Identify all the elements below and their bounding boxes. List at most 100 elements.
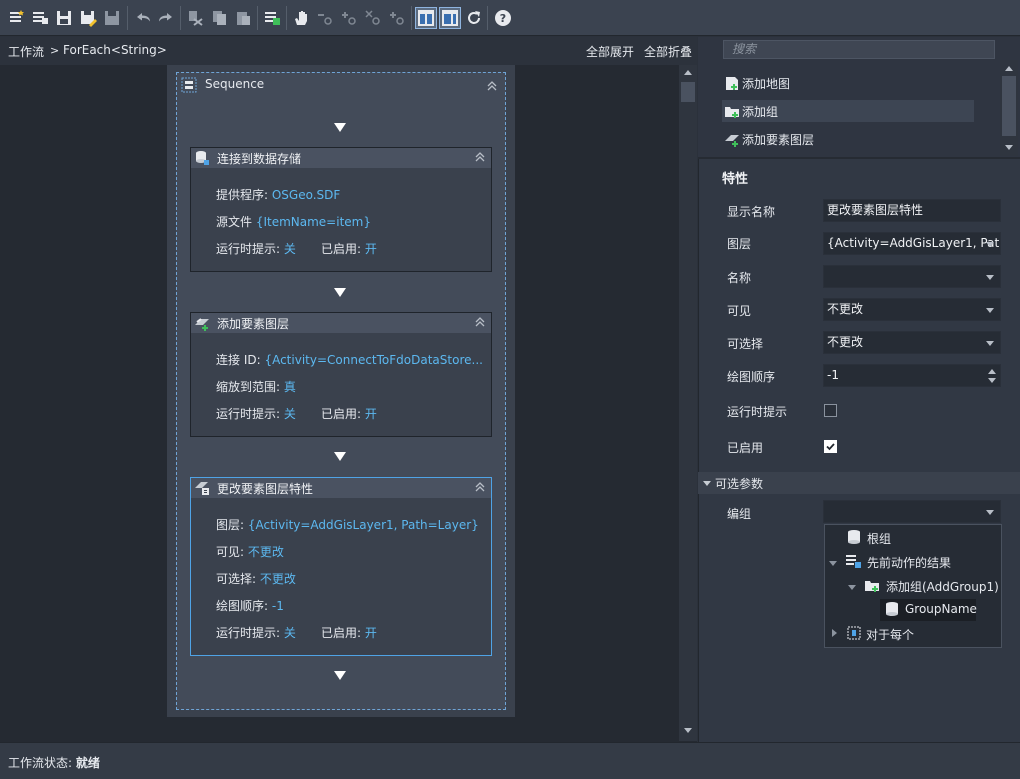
- activity-title: 添加要素图层: [217, 316, 290, 331]
- new-workflow-icon[interactable]: [8, 9, 26, 27]
- chevron-down-icon: [986, 242, 994, 247]
- scroll-down-icon[interactable]: [1005, 145, 1013, 150]
- group-dropdown[interactable]: [823, 500, 1001, 523]
- run-icon[interactable]: [263, 9, 281, 27]
- expand-arrow-icon[interactable]: [829, 561, 837, 566]
- panel-divider: [698, 157, 1020, 159]
- scroll-up-icon[interactable]: [684, 70, 692, 75]
- flow-arrow-icon: [334, 452, 346, 461]
- canvas-scrollbar[interactable]: [679, 65, 697, 741]
- palette-item-add-feature-layer[interactable]: 添加要素图层: [722, 128, 974, 150]
- toolbar-separator: [286, 6, 287, 30]
- flow-arrow-icon: [334, 288, 346, 297]
- runtime-prompt-label: 运行时提示: [727, 405, 788, 419]
- runtime-prompt-checkbox[interactable]: [824, 404, 837, 417]
- layer-properties-icon: [195, 482, 209, 495]
- collapse-icon[interactable]: [474, 316, 486, 328]
- palette-scroll-thumb[interactable]: [1002, 76, 1016, 136]
- canvas-scroll-thumb[interactable]: [681, 82, 695, 102]
- activity-row-runtime: 运行时提示: 关: [216, 626, 296, 640]
- export-icon[interactable]: [103, 9, 121, 27]
- palette-item-add-group[interactable]: 添加组: [722, 100, 974, 122]
- activity-header[interactable]: 更改要素图层特性: [191, 478, 491, 498]
- expand-all-link[interactable]: 全部展开: [586, 43, 634, 60]
- open-workflow-icon[interactable]: [31, 9, 49, 27]
- zoom-in-icon[interactable]: [340, 9, 358, 27]
- enabled-checkbox[interactable]: [824, 440, 837, 453]
- help-icon[interactable]: ?: [494, 9, 512, 27]
- scroll-up-icon[interactable]: [1005, 66, 1013, 71]
- spin-down-icon[interactable]: [988, 378, 996, 383]
- undo-icon[interactable]: [134, 9, 152, 27]
- add-group-icon: [725, 107, 739, 118]
- name-label: 名称: [727, 271, 752, 285]
- activity-row-selectable: 可选择: 不更改: [216, 572, 296, 586]
- scroll-down-icon[interactable]: [684, 728, 692, 733]
- chevron-down-icon: [986, 275, 994, 280]
- visible-label: 可见: [727, 304, 752, 318]
- activity-change-layer-properties[interactable]: 更改要素图层特性 图层: {Activity=AddGisLayer1, Pat…: [190, 477, 492, 656]
- layer-dropdown[interactable]: {Activity=AddGisLayer1, Path=Layer}: [823, 232, 1001, 255]
- layout-2-icon[interactable]: [439, 7, 461, 29]
- cut-icon[interactable]: [186, 9, 204, 27]
- optional-params-title: 可选参数: [715, 477, 764, 491]
- properties-title: 特性: [722, 172, 749, 187]
- name-dropdown[interactable]: [823, 265, 1001, 288]
- breadcrumb-current[interactable]: ForEach<String>: [63, 43, 167, 57]
- breadcrumb-separator-icon: >: [50, 44, 60, 57]
- add-group-icon: [865, 581, 879, 592]
- toolbar-separator: [180, 6, 181, 30]
- toolbar-separator: [257, 6, 258, 30]
- draw-order-value: -1: [827, 368, 839, 382]
- sequence-title: Sequence: [205, 77, 265, 91]
- previous-results-icon: [846, 555, 861, 568]
- draw-order-label: 绘图顺序: [727, 370, 776, 384]
- activity-row-enabled: 已启用: 开: [321, 242, 377, 256]
- collapse-icon[interactable]: [474, 481, 486, 493]
- activity-row-draw-order: 绘图顺序: -1: [216, 599, 284, 613]
- for-each-icon: [847, 626, 861, 640]
- draw-order-stepper[interactable]: -1: [823, 364, 1001, 387]
- add-layer-icon: [195, 318, 209, 331]
- svg-text:?: ?: [500, 12, 506, 25]
- activity-header[interactable]: 连接到数据存储: [191, 148, 491, 168]
- activity-add-feature-layer[interactable]: 添加要素图层 连接 ID: {Activity=ConnectToFdoData…: [190, 312, 492, 437]
- layer-label: 图层: [727, 237, 752, 251]
- check-icon: [826, 443, 835, 451]
- expand-arrow-icon[interactable]: [848, 585, 856, 590]
- palette-search-input[interactable]: 搜索: [723, 40, 995, 59]
- breadcrumb-root[interactable]: 工作流: [8, 43, 44, 60]
- copy-icon[interactable]: [210, 9, 228, 27]
- paste-icon[interactable]: [234, 9, 252, 27]
- add-map-icon: [726, 77, 738, 90]
- toolbar-separator: [411, 6, 412, 30]
- flow-arrow-icon: [334, 123, 346, 132]
- palette-item-add-map[interactable]: 添加地图: [722, 72, 974, 94]
- activity-row-provider: 提供程序: OSGeo.SDF: [216, 188, 341, 202]
- pan-icon[interactable]: [292, 9, 310, 27]
- spin-up-icon[interactable]: [988, 369, 996, 374]
- activity-connect-datastore[interactable]: 连接到数据存储 提供程序: OSGeo.SDF 源文件 {ItemName=it…: [190, 147, 492, 272]
- layout-1-icon[interactable]: [415, 7, 437, 29]
- refresh-icon[interactable]: [465, 9, 483, 27]
- activity-header[interactable]: 添加要素图层: [191, 313, 491, 333]
- save-as-icon[interactable]: [79, 9, 97, 27]
- visible-dropdown[interactable]: 不更改: [823, 298, 1001, 321]
- collapse-arrow-icon[interactable]: [832, 629, 837, 637]
- redo-icon[interactable]: [157, 9, 175, 27]
- collapse-all-link[interactable]: 全部折叠: [644, 43, 692, 60]
- enabled-label: 已启用: [727, 441, 764, 455]
- activity-row-enabled: 已启用: 开: [321, 626, 377, 640]
- zoom-out-icon[interactable]: [316, 9, 334, 27]
- activity-row-enabled: 已启用: 开: [321, 407, 377, 421]
- chevron-down-icon[interactable]: [703, 481, 711, 486]
- zoom-actual-icon[interactable]: [388, 9, 406, 27]
- chevron-down-icon: [986, 341, 994, 346]
- zoom-fit-icon[interactable]: [364, 9, 382, 27]
- display-name-field[interactable]: 更改要素图层特性: [823, 199, 1001, 222]
- selectable-dropdown[interactable]: 不更改: [823, 331, 1001, 354]
- save-icon[interactable]: [55, 9, 73, 27]
- collapse-icon[interactable]: [474, 151, 486, 163]
- collapse-icon[interactable]: [486, 80, 498, 92]
- display-name-label: 显示名称: [727, 205, 776, 219]
